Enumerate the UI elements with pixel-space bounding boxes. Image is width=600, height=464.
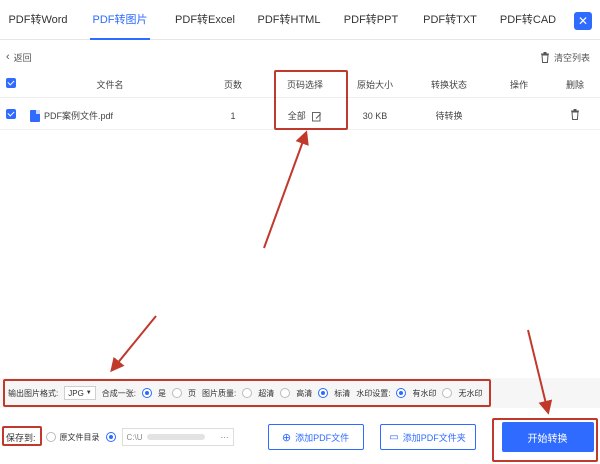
save-path-input[interactable]: C:\U ··· <box>121 428 234 446</box>
quality-standard-label: 标清 <box>334 388 351 398</box>
trash-icon[interactable] <box>570 109 580 120</box>
options-bar: 输出图片格式: JPG ▼ 合成一张: 是 页 图片质量: 超清 高清 标清 水… <box>0 378 600 408</box>
select-all-checkbox[interactable] <box>6 78 16 88</box>
quality-standard-radio[interactable] <box>318 388 329 398</box>
row-checkbox[interactable] <box>6 109 16 119</box>
tab-pdf-to-html[interactable]: PDF转HTML <box>246 0 332 40</box>
file-name-cell: PDF案例文件.pdf <box>24 109 196 123</box>
table-header: 文件名 页数 页码选择 原始大小 转换状态 操作 删除 <box>0 72 600 98</box>
file-name: PDF案例文件.pdf <box>44 110 114 121</box>
header-filename: 文件名 <box>96 80 124 90</box>
header-delete: 删除 <box>565 80 584 90</box>
chevron-left-icon: ‹ <box>6 51 10 63</box>
header-action: 操作 <box>509 80 528 90</box>
more-icon[interactable]: ··· <box>221 433 229 442</box>
format-select[interactable]: JPG ▼ <box>64 386 96 400</box>
chevron-down-icon: ▼ <box>85 390 92 396</box>
edit-icon[interactable] <box>312 111 322 122</box>
tab-bar: PDF转Word PDF转图片 PDF转Excel PDF转HTML PDF转P… <box>0 0 600 40</box>
clear-list-button[interactable]: 清空列表 <box>540 51 594 64</box>
clear-list-label: 清空列表 <box>553 52 590 63</box>
quality-high-label: 高清 <box>296 388 313 398</box>
source-dir-radio[interactable] <box>45 432 56 442</box>
save-path-value: C:\U <box>126 432 143 442</box>
start-convert-button[interactable]: 开始转换 <box>501 422 594 452</box>
back-label: 返回 <box>13 52 32 63</box>
tab-pdf-to-image[interactable]: PDF转图片 <box>76 0 164 40</box>
pages-cell: 1 <box>230 110 236 121</box>
header-page-select: 页码选择 <box>286 80 323 90</box>
format-value: JPG <box>68 388 84 398</box>
custom-dir-radio[interactable] <box>105 432 116 442</box>
quality-label: 图片质量: <box>201 388 237 398</box>
watermark-off-label: 无水印 <box>458 388 483 398</box>
add-pdf-file-button[interactable]: ⊕ 添加PDF文件 <box>267 424 364 450</box>
quality-high-radio[interactable] <box>280 388 291 398</box>
source-dir-label: 原文件目录 <box>59 432 100 442</box>
merge-yes-radio[interactable] <box>141 388 152 398</box>
status-cell: 待转换 <box>435 111 463 121</box>
tab-pdf-to-excel[interactable]: PDF转Excel <box>164 0 246 40</box>
watermark-on-label: 有水印 <box>412 388 437 398</box>
folder-icon: ▭ <box>389 431 399 443</box>
header-size: 原始大小 <box>356 80 393 90</box>
file-list-area <box>0 131 600 371</box>
tab-pdf-to-cad[interactable]: PDF转CAD <box>490 0 566 40</box>
trash-icon <box>540 51 549 63</box>
tab-pdf-to-ppt[interactable]: PDF转PPT <box>332 0 410 40</box>
page-select-value: 全部 <box>287 111 306 121</box>
merge-label: 合成一张: <box>101 388 136 398</box>
quality-ultra-radio[interactable] <box>242 388 253 398</box>
add-file-icon: ⊕ <box>281 431 292 444</box>
tab-pdf-to-word[interactable]: PDF转Word <box>0 0 76 40</box>
header-status: 转换状态 <box>430 80 467 90</box>
add-pdf-folder-label: 添加PDF文件夹 <box>402 432 466 443</box>
page-select-cell[interactable]: 全部 <box>270 109 340 122</box>
add-pdf-file-label: 添加PDF文件 <box>295 432 350 443</box>
blurred-path <box>146 433 205 440</box>
size-cell: 30 KB <box>362 110 388 121</box>
quality-ultra-label: 超清 <box>258 388 275 398</box>
format-label: 输出图片格式: <box>8 388 59 398</box>
toolbar: ‹ 返回 清空列表 <box>0 44 600 70</box>
merge-no-radio[interactable] <box>171 388 182 398</box>
merge-no-label: 页 <box>187 388 196 398</box>
tab-pdf-to-txt[interactable]: PDF转TXT <box>410 0 490 40</box>
watermark-off-radio[interactable] <box>442 388 453 398</box>
save-to-label: 保存到: <box>6 432 36 443</box>
close-icon[interactable]: ✕ <box>574 12 592 30</box>
delete-cell[interactable] <box>550 109 600 122</box>
pdf-file-icon <box>30 110 40 123</box>
watermark-label: 水印设置: <box>356 388 391 398</box>
bottom-bar: 保存到: 原文件目录 C:\U ··· ⊕ 添加PDF文件 ▭ 添加PDF文件夹… <box>0 410 600 464</box>
watermark-on-radio[interactable] <box>396 388 407 398</box>
merge-yes-label: 是 <box>157 388 166 398</box>
table-row[interactable]: PDF案例文件.pdf 1 全部 30 KB 待转换 <box>0 102 600 130</box>
header-pages: 页数 <box>223 80 242 90</box>
add-pdf-folder-button[interactable]: ▭ 添加PDF文件夹 <box>379 424 476 450</box>
back-button[interactable]: ‹ 返回 <box>6 51 32 64</box>
